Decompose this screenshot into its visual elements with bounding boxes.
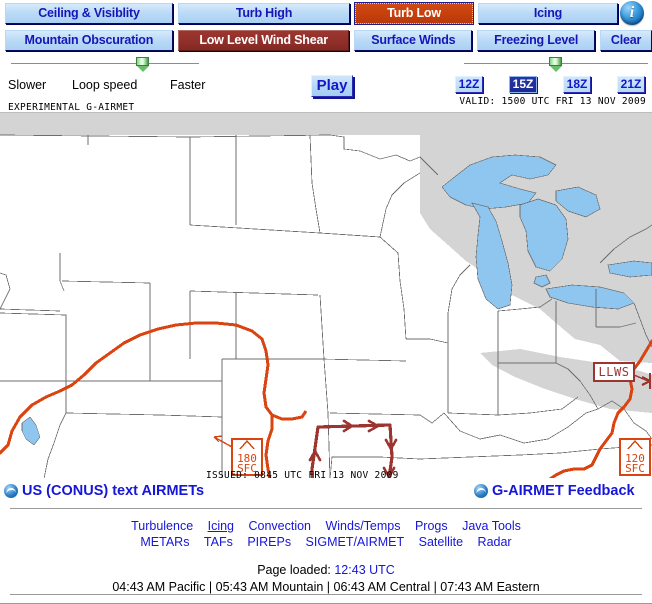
forecast-time-slider[interactable] [452, 54, 648, 76]
button-turb-high[interactable]: Turb High [178, 3, 350, 24]
slider-thumb-body [136, 57, 149, 66]
button-mountain-obscuration[interactable]: Mountain Obscuration [5, 30, 173, 51]
experimental-label: EXPERIMENTAL G-AIRMET [8, 102, 135, 113]
footer-divider-top [10, 508, 642, 509]
loop-speed-slower-label: Slower [8, 78, 47, 92]
gairmet-page: Ceiling & Visiblity Turb High Turb Low I… [0, 0, 652, 604]
page-loaded-label: Page loaded: [257, 563, 331, 577]
time-button-18z[interactable]: 18Z [563, 76, 591, 93]
nav-link-turbulence[interactable]: Turbulence [131, 519, 193, 533]
noaa-logo-icon [474, 484, 488, 498]
nav-link-sigmet-airmet[interactable]: SIGMET/AIRMET [306, 535, 405, 549]
nav-link-java-tools[interactable]: Java Tools [462, 519, 521, 533]
button-clear[interactable]: Clear [600, 30, 652, 51]
llws-east-label-text: LLWS [599, 365, 630, 379]
slider-thumb-body [549, 57, 562, 66]
play-button[interactable]: Play [311, 75, 353, 97]
info-icon-glyph [620, 1, 644, 25]
footer-nav-row-1: Turbulence Icing Convection Winds/Temps … [0, 518, 652, 534]
nav-link-tafs[interactable]: TAFs [204, 535, 233, 549]
page-loaded-time: 12:43 UTC [334, 563, 395, 577]
button-turb-low[interactable]: Turb Low [354, 2, 474, 25]
forecast-time-slider-thumb[interactable] [549, 57, 562, 72]
link-us-conus-text-airmets[interactable]: US (CONUS) text AIRMETs [4, 483, 204, 499]
nav-link-pireps[interactable]: PIREPs [247, 535, 291, 549]
llws-east-label: LLWS [593, 362, 635, 382]
button-low-level-wind-shear[interactable]: Low Level Wind Shear [177, 30, 350, 51]
valid-time-label: VALID: 1500 UTC FRI 13 NOV 2009 [459, 96, 646, 107]
button-freezing-level[interactable]: Freezing Level [477, 30, 596, 51]
loop-speed-faster-label: Faster [170, 78, 206, 92]
footer-divider-bottom [10, 594, 642, 595]
page-loaded-line: Page loaded: 12:43 UTC [0, 562, 652, 579]
time-button-15z[interactable]: 15Z [509, 76, 537, 93]
link-gairmet-feedback-label: G-AIRMET Feedback [492, 483, 635, 499]
altitude-box-east-bottom: SFC [625, 462, 645, 475]
gairmet-map[interactable]: LLWS 180 SFC [0, 112, 652, 478]
nav-link-progs[interactable]: Progs [415, 519, 448, 533]
nav-link-satellite[interactable]: Satellite [419, 535, 463, 549]
link-gairmet-feedback[interactable]: G-AIRMET Feedback [474, 483, 635, 499]
altitude-box-east: 120 SFC [619, 438, 651, 476]
footer-links-row: US (CONUS) text AIRMETs G-AIRMET Feedbac… [0, 481, 652, 505]
loop-speed-slider[interactable] [8, 54, 200, 76]
button-ceiling-visibility[interactable]: Ceiling & Visiblity [5, 3, 173, 24]
toolbar-row-1: Ceiling & Visiblity Turb High Turb Low I… [0, 0, 652, 27]
footer-nav-row-2: METARs TAFs PIREPs SIGMET/AIRMET Satelli… [0, 534, 652, 550]
nav-link-winds-temps[interactable]: Winds/Temps [325, 519, 400, 533]
footer-nav-links: Turbulence Icing Convection Winds/Temps … [0, 518, 652, 550]
time-button-12z[interactable]: 12Z [455, 76, 483, 93]
time-button-21z[interactable]: 21Z [617, 76, 645, 93]
nav-link-icing[interactable]: Icing [208, 519, 234, 533]
nav-link-metars[interactable]: METARs [140, 535, 189, 549]
map-svg: LLWS 180 SFC [0, 113, 652, 478]
loop-speed-slider-thumb[interactable] [136, 57, 149, 72]
loop-speed-label: Loop speed [72, 78, 138, 92]
issued-time-label: ISSUED: 0845 UTC FRI 13 NOV 2009 [206, 470, 399, 481]
button-icing[interactable]: Icing [478, 3, 618, 24]
toolbar-row-2: Mountain Obscuration Low Level Wind Shea… [0, 27, 652, 54]
link-us-conus-text-airmets-label: US (CONUS) text AIRMETs [22, 483, 205, 499]
loop-speed-slider-track [11, 63, 199, 64]
button-surface-winds[interactable]: Surface Winds [354, 30, 473, 51]
slider-thumb-pointer-icon [136, 66, 149, 72]
page-load-time-block: Page loaded: 12:43 UTC 04:43 AM Pacific … [0, 562, 652, 596]
nav-link-radar[interactable]: Radar [478, 535, 512, 549]
info-icon[interactable] [620, 1, 644, 25]
nav-link-convection[interactable]: Convection [248, 519, 311, 533]
slider-thumb-pointer-icon [549, 66, 562, 72]
noaa-logo-icon [4, 484, 18, 498]
